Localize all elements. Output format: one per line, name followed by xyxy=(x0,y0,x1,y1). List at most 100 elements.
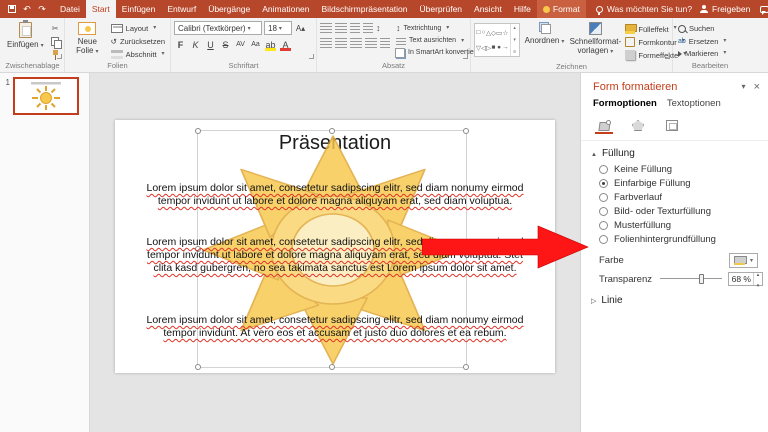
shape-arrow-icon[interactable]: → xyxy=(502,44,509,51)
fill-option-musterfuellung[interactable]: Musterfüllung xyxy=(599,220,768,231)
select-button[interactable]: Markieren xyxy=(676,48,728,59)
columns-icon[interactable] xyxy=(380,38,390,49)
cut-icon[interactable] xyxy=(49,23,62,34)
transparency-increment-icon[interactable] xyxy=(757,268,760,279)
transparency-slider-thumb[interactable] xyxy=(699,274,705,284)
shape-triangle-right-icon[interactable]: ▷ xyxy=(486,44,491,52)
reset-button[interactable]: Zurücksetzen xyxy=(109,36,167,47)
font-family-combo[interactable]: Calibri (Textkörper) xyxy=(174,21,262,35)
shape-ellipse-icon[interactable]: ○ xyxy=(482,29,486,36)
save-icon[interactable] xyxy=(7,4,17,14)
underline-button[interactable]: U xyxy=(204,38,217,51)
tab-start[interactable]: Start xyxy=(85,0,116,18)
shape-rectangle-icon[interactable]: □ xyxy=(477,29,481,36)
fill-option-folienhintergrundfuellung[interactable]: Folienhintergrundfüllung xyxy=(599,234,768,245)
strikethrough-button[interactable]: S xyxy=(219,38,232,51)
tab-bildschirmpraesentation[interactable]: Bildschirmpräsentation xyxy=(316,0,414,18)
comments-button[interactable]: Kommentare xyxy=(760,4,768,15)
selection-handle-top-middle[interactable] xyxy=(329,128,335,134)
fill-color-button[interactable] xyxy=(728,253,758,268)
selection-handle-bottom-left[interactable] xyxy=(195,364,201,370)
quick-styles-button[interactable]: Schnellformat-vorlagen xyxy=(569,21,621,57)
change-case-icon[interactable]: Aa xyxy=(249,38,262,51)
tab-formoptionen[interactable]: Formoptionen xyxy=(593,98,657,111)
gallery-scroll-down-icon[interactable]: ▾ xyxy=(513,37,516,43)
font-dialog-launcher[interactable] xyxy=(309,54,314,59)
transparency-decrement-icon[interactable] xyxy=(757,279,760,290)
share-button[interactable]: Freigeben xyxy=(700,4,750,14)
selection-handle-top-right[interactable] xyxy=(463,128,469,134)
bullets-icon[interactable] xyxy=(320,23,332,34)
tab-ueberpruefen[interactable]: Überprüfen xyxy=(414,0,469,18)
transparency-value[interactable]: 68 % xyxy=(729,273,753,285)
transparency-slider[interactable] xyxy=(659,273,722,285)
fill-option-bild-oder-texturfuellung[interactable]: Bild- oder Texturfüllung xyxy=(599,206,768,217)
transparency-spinner[interactable]: 68 % xyxy=(727,272,763,286)
pane-close-icon[interactable] xyxy=(754,81,760,93)
shape-star-icon[interactable]: ☆ xyxy=(502,29,508,37)
pane-options-chevron-icon[interactable] xyxy=(742,81,746,93)
layout-button[interactable]: Layout xyxy=(109,23,159,34)
align-right-icon[interactable] xyxy=(350,38,362,49)
fill-section-header[interactable]: Füllung xyxy=(581,141,768,164)
tell-me-search[interactable]: Was möchten Sie tun? xyxy=(595,0,692,18)
numbering-icon[interactable] xyxy=(335,23,347,34)
shape-circle-icon[interactable]: ● xyxy=(497,44,501,51)
size-properties-category-icon[interactable] xyxy=(663,118,681,134)
gallery-more-icon[interactable]: ≡ xyxy=(513,49,516,55)
section-button[interactable]: Abschnitt xyxy=(109,49,167,60)
line-spacing-icon[interactable] xyxy=(376,23,381,34)
tab-einfuegen[interactable]: Einfügen xyxy=(116,0,162,18)
increase-indent-icon[interactable] xyxy=(363,23,373,34)
font-color-icon[interactable]: A xyxy=(279,38,292,51)
slide-paragraph-2[interactable]: Lorem ipsum dolor sit amet, consetetur s… xyxy=(144,236,526,275)
tab-animationen[interactable]: Animationen xyxy=(256,0,315,18)
selection-handle-bottom-middle[interactable] xyxy=(329,364,335,370)
bold-button[interactable]: F xyxy=(174,38,187,51)
shape-gallery[interactable]: □ ○ △ ◇ ▭ ☆ ▽ ◁ ▷ ■ ● → ▴ ▾ ≡ xyxy=(474,23,520,57)
tab-ansicht[interactable]: Ansicht xyxy=(468,0,508,18)
arrange-button[interactable]: Anordnen xyxy=(522,21,568,47)
slide-editing-area[interactable]: Präsentation xyxy=(115,120,555,373)
justify-icon[interactable] xyxy=(365,38,377,49)
copy-icon[interactable] xyxy=(49,36,62,49)
tab-format[interactable]: Format xyxy=(536,0,586,18)
increase-font-icon[interactable]: A▴ xyxy=(294,22,307,35)
italic-button[interactable]: K xyxy=(189,38,202,51)
shape-gallery-scrollbar[interactable]: ▴ ▾ ≡ xyxy=(509,24,519,56)
tab-entwurf[interactable]: Entwurf xyxy=(161,0,202,18)
tab-datei[interactable]: Datei xyxy=(54,0,86,18)
font-size-combo[interactable]: 18 xyxy=(264,21,292,35)
selection-handle-bottom-right[interactable] xyxy=(463,364,469,370)
character-spacing-icon[interactable]: AV xyxy=(234,38,247,51)
gallery-scroll-up-icon[interactable]: ▴ xyxy=(513,25,516,31)
fill-option-einfarbige-fuellung[interactable]: Einfarbige Füllung xyxy=(599,178,768,189)
replace-button[interactable]: Ersetzen xyxy=(676,35,728,47)
slide-thumbnail-1[interactable]: 1 xyxy=(2,77,85,115)
line-section-header[interactable]: Linie xyxy=(581,288,768,311)
paste-button[interactable]: Einfügen xyxy=(4,20,47,51)
redo-icon[interactable] xyxy=(37,4,47,14)
align-center-icon[interactable] xyxy=(335,38,347,49)
slide-thumbnail-image[interactable] xyxy=(13,77,79,115)
clipboard-dialog-launcher[interactable] xyxy=(57,54,62,59)
fill-option-keine-fuellung[interactable]: Keine Füllung xyxy=(599,164,768,175)
new-slide-button[interactable]: Neue Folie xyxy=(68,21,107,57)
tab-hilfe[interactable]: Hilfe xyxy=(508,0,537,18)
selection-handle-top-left[interactable] xyxy=(195,128,201,134)
find-button[interactable]: Suchen xyxy=(676,23,728,34)
slide-paragraph-1[interactable]: Lorem ipsum dolor sit amet, consetetur s… xyxy=(144,182,526,208)
effects-category-icon[interactable] xyxy=(629,118,647,134)
shape-parallelogram-icon[interactable]: ▭ xyxy=(496,29,502,37)
highlight-color-icon[interactable]: ab xyxy=(264,38,277,51)
slide-paragraph-3[interactable]: Lorem ipsum dolor sit amet, consetetur s… xyxy=(144,314,526,340)
fill-option-farbverlauf[interactable]: Farbverlauf xyxy=(599,192,768,203)
shape-square-icon[interactable]: ■ xyxy=(492,44,496,51)
tab-textoptionen[interactable]: Textoptionen xyxy=(667,98,721,111)
align-left-icon[interactable] xyxy=(320,38,332,49)
tab-uebergaenge[interactable]: Übergänge xyxy=(202,0,256,18)
decrease-indent-icon[interactable] xyxy=(350,23,360,34)
fill-line-category-icon[interactable] xyxy=(595,118,613,134)
paragraph-dialog-launcher[interactable] xyxy=(463,54,468,59)
drawing-dialog-launcher[interactable] xyxy=(665,54,670,59)
